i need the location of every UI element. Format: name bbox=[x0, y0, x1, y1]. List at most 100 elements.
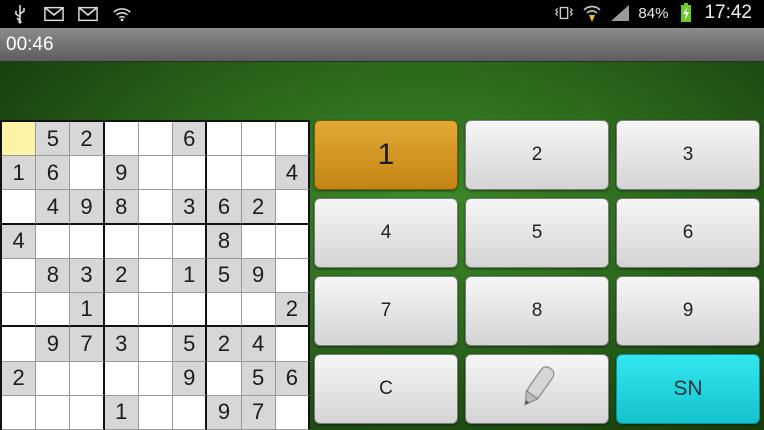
sudoku-cell[interactable] bbox=[241, 122, 276, 157]
sudoku-cell[interactable] bbox=[173, 224, 208, 259]
sudoku-cell[interactable] bbox=[70, 361, 105, 396]
sudoku-cell[interactable] bbox=[275, 122, 310, 157]
sudoku-cell[interactable] bbox=[138, 327, 174, 362]
sudoku-cell[interactable] bbox=[2, 327, 37, 362]
sudoku-cell[interactable]: 7 bbox=[241, 395, 276, 430]
sudoku-cell[interactable]: 2 bbox=[104, 258, 139, 294]
sudoku-cell[interactable]: 2 bbox=[275, 293, 310, 328]
sudoku-cell[interactable] bbox=[2, 395, 37, 430]
sudoku-cell[interactable]: 2 bbox=[207, 327, 242, 362]
sudoku-cell[interactable]: 2 bbox=[70, 122, 105, 157]
sudoku-cell[interactable]: 5 bbox=[207, 258, 242, 294]
sudoku-cell[interactable]: 1 bbox=[70, 293, 105, 328]
number-key-3[interactable]: 3 bbox=[616, 120, 760, 190]
number-key-5[interactable]: 5 bbox=[465, 198, 609, 268]
sudoku-cell[interactable]: 3 bbox=[173, 190, 208, 225]
sudoku-cell[interactable]: 1 bbox=[173, 258, 208, 294]
pencil-mode-button[interactable] bbox=[465, 354, 609, 424]
sudoku-cell[interactable]: 8 bbox=[207, 224, 242, 259]
number-key-4[interactable]: 4 bbox=[314, 198, 458, 268]
sudoku-cell[interactable] bbox=[104, 224, 139, 259]
sudoku-cell[interactable] bbox=[275, 395, 310, 430]
sudoku-cell[interactable]: 4 bbox=[241, 327, 276, 362]
sudoku-cell[interactable]: 4 bbox=[275, 156, 310, 191]
clear-button[interactable]: C bbox=[314, 354, 458, 424]
usb-icon bbox=[10, 4, 30, 24]
sudoku-cell[interactable]: 6 bbox=[207, 190, 242, 225]
sudoku-cell[interactable] bbox=[36, 293, 71, 328]
sudoku-cell[interactable] bbox=[138, 224, 174, 259]
sudoku-cell[interactable]: 9 bbox=[70, 190, 105, 225]
sudoku-cell[interactable] bbox=[36, 395, 71, 430]
sudoku-cell[interactable]: 8 bbox=[36, 258, 71, 294]
battery-percent: 84% bbox=[638, 4, 669, 22]
sudoku-cell[interactable] bbox=[173, 395, 208, 430]
key-label: 8 bbox=[531, 300, 543, 321]
sudoku-cell[interactable]: 6 bbox=[275, 361, 310, 396]
sudoku-cell[interactable] bbox=[138, 156, 174, 191]
sudoku-cell[interactable]: 1 bbox=[104, 395, 139, 430]
sudoku-cell[interactable]: 9 bbox=[104, 156, 139, 191]
sudoku-cell[interactable] bbox=[104, 122, 139, 157]
sudoku-cell[interactable]: 4 bbox=[36, 190, 71, 225]
number-key-6[interactable]: 6 bbox=[616, 198, 760, 268]
sudoku-cell[interactable]: 3 bbox=[104, 327, 139, 362]
sudoku-cell[interactable] bbox=[138, 190, 174, 225]
sudoku-cell[interactable] bbox=[138, 258, 174, 294]
sudoku-cell[interactable]: 2 bbox=[2, 361, 37, 396]
sudoku-cell[interactable] bbox=[2, 293, 37, 328]
sn-button[interactable]: SN bbox=[616, 354, 760, 424]
sudoku-cell[interactable] bbox=[207, 156, 242, 191]
sudoku-cell[interactable] bbox=[36, 224, 71, 259]
sudoku-cell[interactable] bbox=[275, 224, 310, 259]
sudoku-cell[interactable] bbox=[138, 122, 174, 157]
sudoku-cell[interactable]: 4 bbox=[2, 224, 37, 259]
sudoku-cell[interactable] bbox=[275, 258, 310, 294]
sudoku-cell[interactable] bbox=[36, 361, 71, 396]
sudoku-cell[interactable] bbox=[207, 122, 242, 157]
sudoku-cell[interactable]: 3 bbox=[70, 258, 105, 294]
number-key-8[interactable]: 8 bbox=[465, 276, 609, 346]
number-key-7[interactable]: 7 bbox=[314, 276, 458, 346]
sudoku-cell[interactable]: 8 bbox=[104, 190, 139, 225]
sudoku-cell[interactable] bbox=[138, 293, 174, 328]
sudoku-cell[interactable] bbox=[207, 361, 242, 396]
sudoku-cell[interactable] bbox=[104, 361, 139, 396]
sudoku-cell[interactable]: 6 bbox=[36, 156, 71, 191]
sudoku-cell[interactable]: 9 bbox=[173, 361, 208, 396]
sudoku-cell[interactable]: 9 bbox=[36, 327, 71, 362]
sudoku-cell[interactable]: 6 bbox=[173, 122, 208, 157]
sudoku-cell[interactable]: 5 bbox=[36, 122, 71, 157]
number-key-9[interactable]: 9 bbox=[616, 276, 760, 346]
sudoku-cell[interactable] bbox=[207, 293, 242, 328]
key-label: 5 bbox=[531, 222, 543, 243]
sudoku-cell[interactable] bbox=[138, 395, 174, 430]
sudoku-cell[interactable] bbox=[241, 156, 276, 191]
sudoku-grid[interactable]: 526169449836248832159129735242956197 bbox=[0, 120, 310, 430]
sudoku-cell[interactable] bbox=[138, 361, 174, 396]
sudoku-cell[interactable]: 2 bbox=[241, 190, 276, 225]
sudoku-cell[interactable] bbox=[2, 122, 37, 157]
sudoku-cell[interactable]: 7 bbox=[70, 327, 105, 362]
sudoku-cell[interactable] bbox=[173, 293, 208, 328]
sudoku-cell[interactable]: 1 bbox=[2, 156, 37, 191]
number-key-2[interactable]: 2 bbox=[465, 120, 609, 190]
gmail-icon bbox=[78, 4, 98, 24]
sudoku-cell[interactable] bbox=[70, 224, 105, 259]
sudoku-cell[interactable]: 5 bbox=[173, 327, 208, 362]
sudoku-cell[interactable] bbox=[2, 258, 37, 294]
sudoku-cell[interactable]: 5 bbox=[241, 361, 276, 396]
pencil-icon bbox=[507, 360, 567, 418]
sudoku-cell[interactable] bbox=[275, 327, 310, 362]
sudoku-cell[interactable] bbox=[241, 224, 276, 259]
sudoku-cell[interactable] bbox=[104, 293, 139, 328]
sudoku-cell[interactable]: 9 bbox=[241, 258, 276, 294]
sudoku-cell[interactable] bbox=[70, 395, 105, 430]
sudoku-cell[interactable] bbox=[275, 190, 310, 225]
sudoku-cell[interactable] bbox=[173, 156, 208, 191]
sudoku-cell[interactable] bbox=[2, 190, 37, 225]
sudoku-cell[interactable]: 9 bbox=[207, 395, 242, 430]
number-key-1[interactable]: 1 bbox=[314, 120, 458, 190]
sudoku-cell[interactable] bbox=[70, 156, 105, 191]
sudoku-cell[interactable] bbox=[241, 293, 276, 328]
